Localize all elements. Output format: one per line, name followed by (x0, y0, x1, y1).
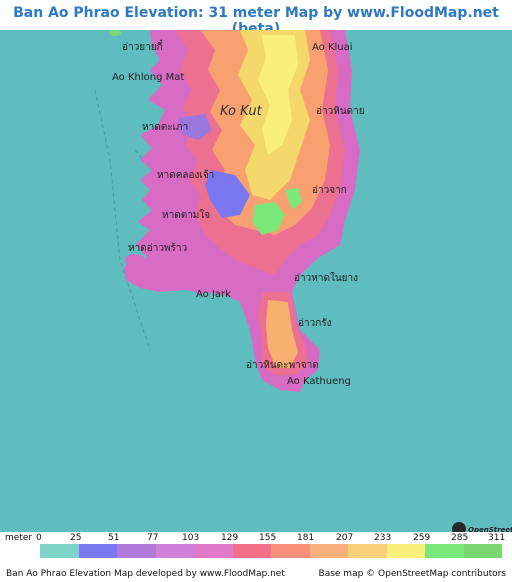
legend-tick: 51 (108, 533, 120, 543)
legend-tick: 207 (336, 533, 354, 543)
legend-swatch (425, 544, 464, 558)
place-label[interactable]: อ่าวหินดะพาจาด (246, 358, 319, 373)
legend-tick: 155 (259, 533, 277, 543)
legend-tick: 25 (70, 533, 82, 543)
place-label[interactable]: อ่าวจาก (312, 183, 347, 198)
place-label[interactable]: อ่าวยายกี๋ (122, 40, 163, 55)
legend-swatch (271, 544, 310, 558)
footer-basemap[interactable]: Base map © OpenStreetMap contributors (319, 569, 506, 579)
legend-swatches (40, 544, 502, 558)
footer: Ban Ao Phrao Elevation Map developed by … (0, 568, 512, 582)
legend-swatch (309, 544, 348, 558)
legend-swatch (78, 544, 117, 558)
place-label[interactable]: อ่าวหาดในยาง (294, 271, 358, 286)
place-label[interactable]: Ao Khlong Mat (112, 72, 184, 83)
legend-swatch (194, 544, 233, 558)
legend-swatch (155, 544, 194, 558)
legend-swatch (348, 544, 387, 558)
place-label[interactable]: หาดตามใจ (162, 208, 210, 223)
legend-swatch (386, 544, 425, 558)
legend-tick: 77 (147, 533, 159, 543)
place-label[interactable]: หาดคลองเจ้า (157, 168, 214, 183)
title-bar: Ban Ao Phrao Elevation: 31 meter Map by … (0, 0, 512, 37)
legend-tick: 311 (488, 533, 506, 543)
place-label[interactable]: อ่าวหินดาย (316, 104, 365, 119)
legend-swatch (232, 544, 271, 558)
legend-tick: 0 (36, 533, 42, 543)
legend-tick: 103 (182, 533, 200, 543)
place-label[interactable]: Ao Kluai (312, 42, 353, 53)
place-label-major[interactable]: Ko Kut (220, 104, 262, 119)
place-label[interactable]: หาดตะเภา (142, 120, 188, 135)
legend-tick: 285 (451, 533, 469, 543)
place-label[interactable]: หาดอ่าวพร้าว (128, 241, 187, 256)
legend-swatch (463, 544, 502, 558)
place-label[interactable]: Ao Jark (196, 289, 231, 300)
legend-tick: 259 (413, 533, 431, 543)
footer-credit[interactable]: Ban Ao Phrao Elevation Map developed by … (6, 569, 285, 579)
legend-tick: 129 (221, 533, 239, 543)
legend-tick: 181 (297, 533, 315, 543)
place-label[interactable]: Ao Kathueng (287, 376, 351, 387)
elevation-legend: meter 0 25 51 77 103 129 155 181 207 233… (0, 532, 512, 570)
islet (109, 30, 121, 36)
legend-ticks: 0 25 51 77 103 129 155 181 207 233 259 2… (0, 533, 512, 544)
legend-swatch (117, 544, 156, 558)
legend-tick: 233 (374, 533, 392, 543)
elevation-map[interactable]: อ่าวยายกี๋ Ao Khlong Mat Ao Kluai Ko Kut… (0, 30, 512, 540)
legend-swatch (40, 544, 79, 558)
place-label[interactable]: อ่าวกรัง (298, 316, 332, 331)
